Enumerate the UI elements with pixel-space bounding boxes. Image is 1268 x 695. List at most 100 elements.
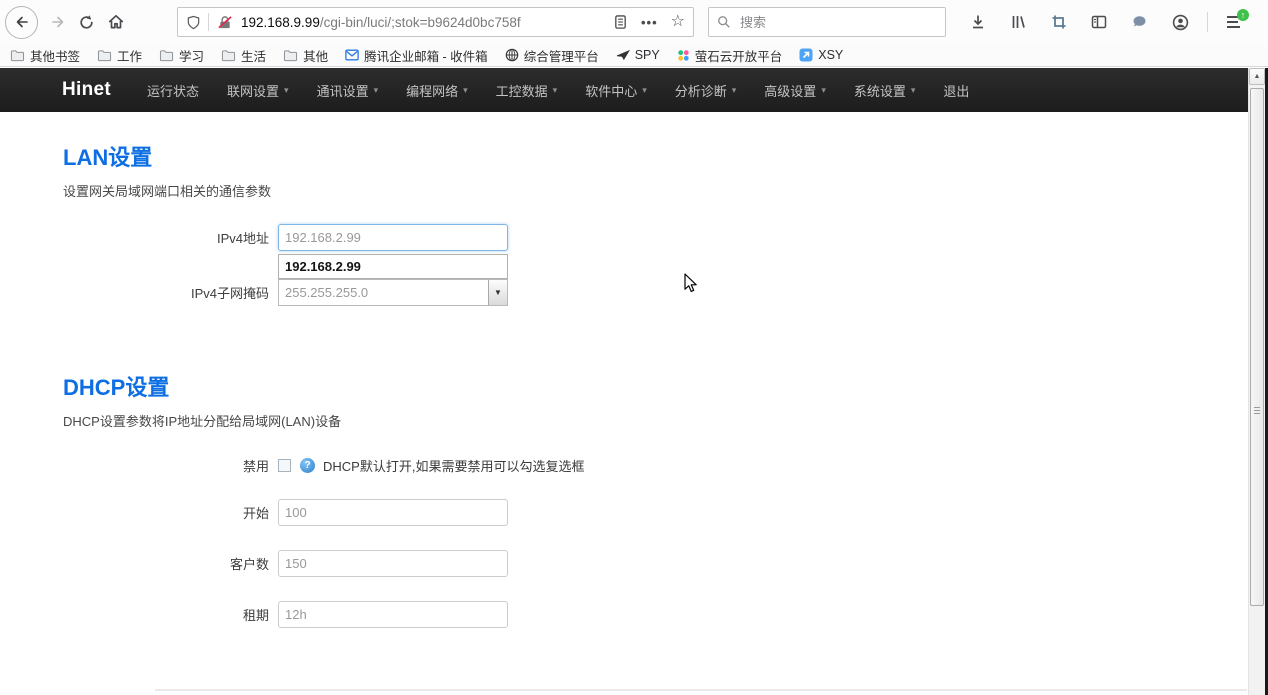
refresh-icon: [78, 14, 95, 31]
nav-item-advanced-settings[interactable]: 高级设置▾: [764, 81, 826, 100]
mouse-cursor: [682, 273, 700, 293]
account-icon[interactable]: [1172, 14, 1189, 31]
dhcp-disable-label: 禁用: [63, 456, 278, 475]
bookmark-ezviz-platform[interactable]: 萤石云开放平台: [677, 46, 783, 65]
folder-icon: [159, 49, 174, 62]
search-icon: [717, 15, 731, 29]
bookmark-folder-misc[interactable]: 其他: [283, 46, 328, 65]
mail-icon: [345, 49, 359, 61]
dhcp-clients-input[interactable]: [278, 550, 508, 577]
home-button[interactable]: [107, 13, 125, 31]
nav-item-system-settings[interactable]: 系统设置▾: [854, 81, 916, 100]
ipv4-suggestion-dropdown: 192.168.2.99: [63, 254, 1268, 279]
ipv4-address-row: IPv4地址: [63, 224, 1268, 251]
reader-mode-icon[interactable]: [613, 14, 628, 30]
bookmark-label: XSY: [818, 48, 843, 62]
browser-toolbar: 192.168.9.99/cgi-bin/luci/;stok=b9624d0b…: [0, 0, 1268, 44]
sidebar-icon[interactable]: [1091, 14, 1107, 30]
downloads-icon[interactable]: [970, 14, 986, 30]
site-logo[interactable]: Hinet: [62, 79, 111, 101]
nav-item-comm-settings[interactable]: 通讯设置▾: [317, 81, 379, 100]
dhcp-clients-label: 客户数: [63, 554, 278, 573]
netmask-select[interactable]: 255.255.255.0 ▼: [278, 279, 508, 306]
url-host: 192.168.9.99: [241, 15, 320, 30]
dhcp-disable-checkbox[interactable]: [278, 459, 291, 472]
refresh-button[interactable]: [78, 14, 95, 31]
bookmark-label: 其他书签: [30, 46, 80, 65]
screenshot-icon[interactable]: [1051, 14, 1067, 30]
forward-button[interactable]: [50, 14, 66, 30]
nav-item-industrial-data[interactable]: 工控数据▾: [496, 81, 558, 100]
nav-item-software-center[interactable]: 软件中心▾: [585, 81, 647, 100]
bookmark-label: 综合管理平台: [524, 46, 599, 65]
url-actions: ••• ☆: [613, 14, 685, 30]
netmask-label: IPv4子网掩码: [63, 283, 278, 302]
bookmark-label: 腾讯企业邮箱 - 收件箱: [364, 46, 488, 65]
update-badge-icon: ↑: [1237, 9, 1249, 21]
forward-icon: [50, 14, 66, 30]
url-text[interactable]: 192.168.9.99/cgi-bin/luci/;stok=b9624d0b…: [241, 15, 607, 30]
bookmark-label: 其他: [303, 46, 328, 65]
search-input[interactable]: [738, 14, 937, 31]
site-navbar: Hinet 运行状态 联网设置▾ 通讯设置▾ 编程网络▾ 工控数据▾ 软件中心▾…: [0, 68, 1268, 112]
chevron-down-icon: ▾: [374, 85, 379, 96]
insecure-lock-icon[interactable]: [217, 15, 233, 30]
scroll-up-arrow-icon: ▲: [1254, 73, 1261, 80]
bookmark-tencent-mail[interactable]: 腾讯企业邮箱 - 收件箱: [345, 46, 488, 65]
color-dots-icon: [677, 49, 690, 62]
bookmark-star-icon[interactable]: ☆: [671, 14, 685, 30]
ipv4-address-input[interactable]: [278, 224, 508, 251]
dhcp-disable-row: 禁用 ? DHCP默认打开,如果需要禁用可以勾选复选框: [63, 456, 1268, 475]
bookmarks-bar: 其他书签 工作 学习 生活 其他 腾讯企业邮箱 - 收件箱 综合管理平台 SP: [0, 44, 1268, 67]
ipv4-suggestion-item[interactable]: 192.168.2.99: [278, 254, 508, 279]
page-scrollbar[interactable]: ▲: [1248, 68, 1265, 695]
bookmark-label: SPY: [635, 48, 660, 62]
bookmark-folder-life[interactable]: 生活: [221, 46, 266, 65]
search-box[interactable]: [708, 7, 946, 37]
bookmark-folder-work[interactable]: 工作: [97, 46, 142, 65]
scroll-up-button[interactable]: ▲: [1249, 68, 1265, 85]
menu-button[interactable]: ↑: [1226, 15, 1242, 29]
dhcp-start-label: 开始: [63, 503, 278, 522]
dhcp-lease-row: 租期: [63, 601, 1268, 628]
lan-section-title: LAN设置: [63, 140, 1268, 172]
select-dropdown-button[interactable]: ▼: [488, 280, 507, 305]
section-divider: [155, 689, 1247, 691]
chevron-down-icon: ▼: [494, 288, 502, 297]
url-path: /cgi-bin/luci/;stok=b9624d0bc758f: [320, 15, 521, 30]
bookmark-management-platform[interactable]: 综合管理平台: [505, 46, 599, 65]
dhcp-lease-input[interactable]: [278, 601, 508, 628]
chevron-down-icon: ▾: [553, 85, 558, 96]
bookmark-folder-other-bookmarks[interactable]: 其他书签: [10, 46, 80, 65]
back-button[interactable]: [5, 6, 38, 39]
dhcp-start-input[interactable]: [278, 499, 508, 526]
messages-icon[interactable]: [1131, 14, 1148, 30]
globe-icon: [505, 48, 519, 62]
bookmark-spy[interactable]: SPY: [616, 48, 660, 62]
nav-item-logout[interactable]: 退出: [943, 81, 969, 100]
scrollbar-thumb[interactable]: [1250, 88, 1264, 606]
nav-item-network-settings[interactable]: 联网设置▾: [227, 81, 289, 100]
bookmark-label: 生活: [241, 46, 266, 65]
chevron-down-icon: ▾: [463, 85, 468, 96]
bookmark-label: 学习: [179, 46, 204, 65]
bookmark-folder-study[interactable]: 学习: [159, 46, 204, 65]
nav-item-status[interactable]: 运行状态: [147, 81, 199, 100]
dhcp-clients-row: 客户数: [63, 550, 1268, 577]
dhcp-lease-label: 租期: [63, 605, 278, 624]
bookmark-label: 萤石云开放平台: [695, 46, 783, 65]
url-fade-overlay: [573, 15, 607, 30]
shield-icon[interactable]: [186, 15, 201, 30]
bookmark-xsy[interactable]: XSY: [799, 48, 843, 62]
url-bar[interactable]: 192.168.9.99/cgi-bin/luci/;stok=b9624d0b…: [177, 7, 694, 37]
folder-icon: [221, 49, 236, 62]
url-bar-divider: [208, 13, 209, 31]
library-icon[interactable]: [1010, 14, 1027, 30]
lan-section-description: 设置网关局域网端口相关的通信参数: [63, 181, 1268, 200]
nav-item-programming-network[interactable]: 编程网络▾: [406, 81, 468, 100]
home-icon: [107, 13, 125, 31]
nav-item-analysis-diagnosis[interactable]: 分析诊断▾: [675, 81, 737, 100]
dhcp-start-row: 开始: [63, 499, 1268, 526]
page-actions-button[interactable]: •••: [641, 15, 658, 30]
dhcp-section-title: DHCP设置: [63, 370, 1268, 402]
